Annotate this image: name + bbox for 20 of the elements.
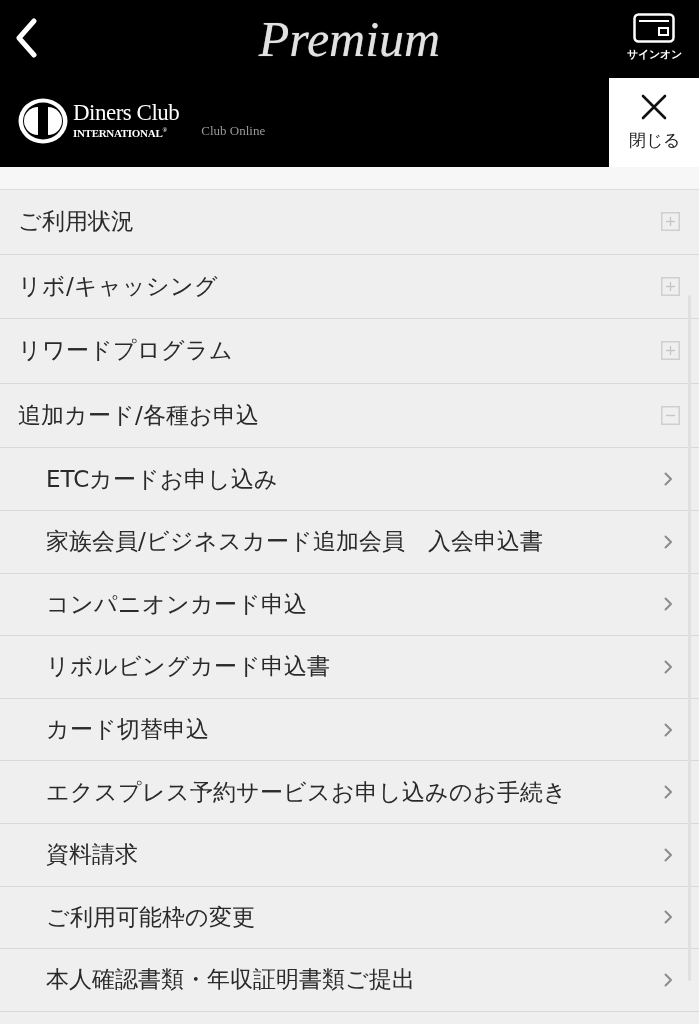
chevron-right-icon — [664, 972, 673, 987]
chevron-right-icon — [664, 847, 673, 862]
chevron-right-icon — [664, 597, 673, 612]
back-button[interactable] — [14, 18, 38, 58]
circle-logo-icon — [18, 97, 68, 144]
sign-on-button[interactable]: サインオン — [626, 12, 682, 62]
chevron-right-icon — [664, 472, 673, 487]
chevron-right-icon — [664, 659, 673, 674]
card-icon — [633, 12, 675, 43]
chevron-right-icon — [664, 785, 673, 800]
close-button[interactable]: 閉じる — [609, 78, 699, 167]
close-icon — [641, 93, 667, 120]
brand-name: Diners Club — [73, 101, 180, 125]
service-name: Club Online — [201, 122, 266, 139]
brand-subtitle: INTERNATIONAL$^{®}$ — [73, 125, 168, 140]
premium-logo: Premium — [258, 11, 441, 67]
chevron-right-icon — [664, 534, 673, 549]
chevron-right-icon — [664, 910, 673, 925]
chevron-left-icon — [14, 18, 38, 58]
chevron-right-icon — [664, 722, 673, 737]
